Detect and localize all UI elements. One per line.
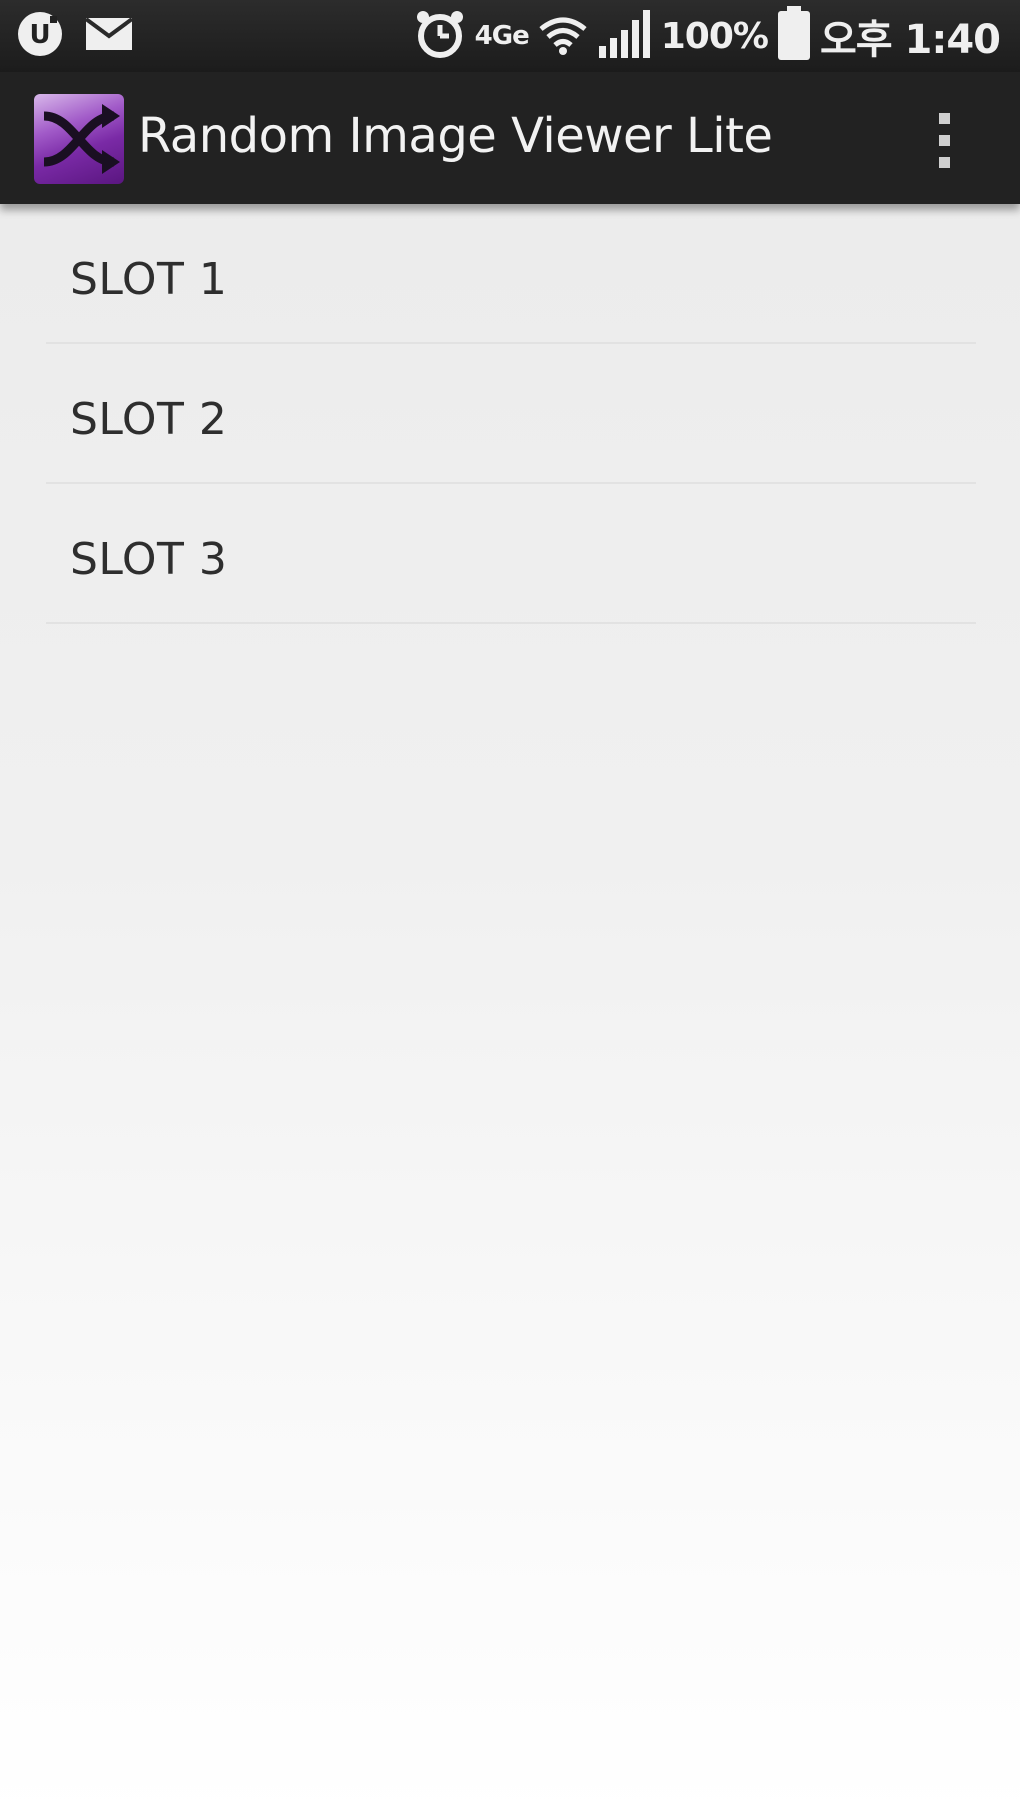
overflow-menu-button[interactable]: [912, 98, 976, 182]
slot-label: SLOT 2: [70, 394, 228, 445]
u-plus-icon: U: [14, 8, 66, 64]
slot-item-1[interactable]: SLOT 1: [46, 204, 976, 344]
app-title: Random Image Viewer Lite: [138, 108, 773, 164]
battery-icon: [776, 6, 812, 66]
slot-list: SLOT 1 SLOT 2 SLOT 3: [46, 204, 976, 624]
overflow-menu-dot: [938, 156, 950, 168]
slot-item-2[interactable]: SLOT 2: [46, 344, 976, 484]
mail-icon: [84, 14, 134, 58]
action-bar: Random Image Viewer Lite: [0, 72, 1020, 204]
status-bar-right: 4Ge 100% 오후 1:40: [413, 6, 1001, 66]
signal-icon: [597, 8, 653, 64]
slot-label: SLOT 3: [70, 534, 228, 585]
network-type-icon: 4Ge: [474, 21, 530, 51]
wifi-icon: [537, 11, 589, 61]
overflow-menu-icon: [938, 112, 950, 124]
status-bar-left: U: [14, 10, 134, 62]
overflow-menu-dot: [938, 134, 950, 146]
status-time: 오후 1:40: [819, 17, 1001, 63]
shuffle-app-icon[interactable]: [34, 94, 124, 184]
alarm-icon: [413, 7, 467, 65]
status-bar: U 4Ge 100% 오후 1:40: [0, 0, 1020, 72]
slot-item-3[interactable]: SLOT 3: [46, 484, 976, 624]
battery-percent: 100%: [660, 15, 769, 57]
main-content: SLOT 1 SLOT 2 SLOT 3: [0, 204, 1020, 1819]
slot-label: SLOT 1: [70, 254, 228, 305]
svg-text:U: U: [29, 20, 50, 50]
